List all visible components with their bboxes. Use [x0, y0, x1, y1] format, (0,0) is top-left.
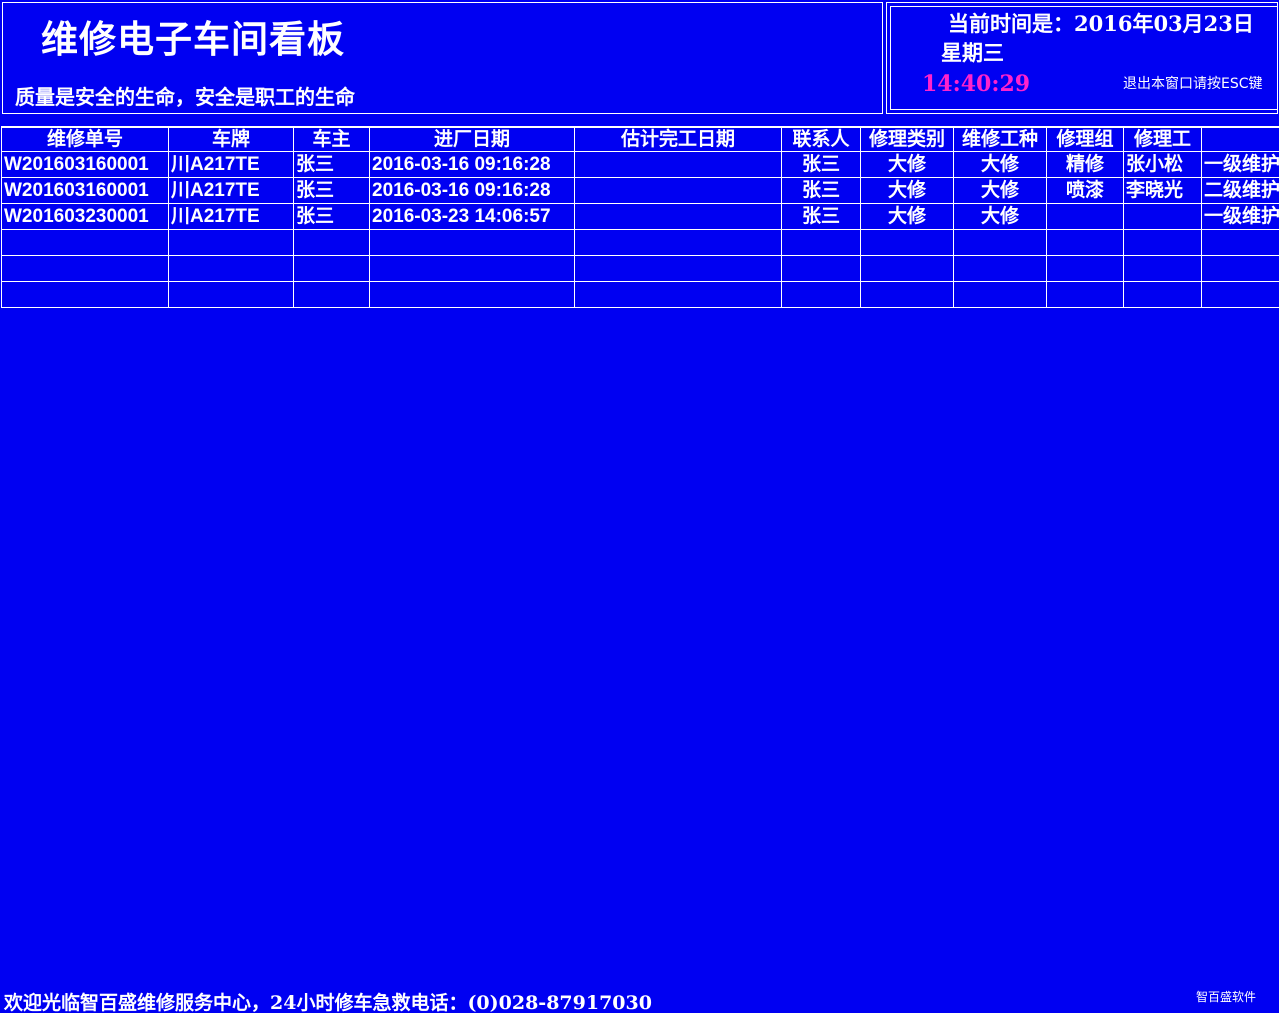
cell-order-no: [1, 281, 169, 308]
cell-est-finish-date: [574, 151, 782, 178]
cell-plate: 川A217TE: [168, 203, 294, 230]
col-header-order-no[interactable]: 维修单号: [1, 126, 169, 152]
footer-marquee: 欢迎光临智百盛维修服务中心，24小时修车急救电话：(0)028-87917030: [4, 992, 652, 1013]
cell-repair-group: [1046, 255, 1124, 282]
cell-owner: 张三: [293, 151, 370, 178]
cell-repair-group: [1046, 229, 1124, 256]
cell-repair-group: [1046, 281, 1124, 308]
cell-order-no: W201603230001: [1, 203, 169, 230]
cell-owner: [293, 281, 370, 308]
cell-repair-category: 大修: [860, 203, 954, 230]
cell-repair-group: [1046, 203, 1124, 230]
col-header-extra[interactable]: [1201, 126, 1279, 152]
workshop-board: 维修电子车间看板 质量是安全的生命，安全是职工的生命 当前时间是：2016年03…: [0, 0, 1279, 1013]
cell-order-no: W201603160001: [1, 151, 169, 178]
col-header-repair-category[interactable]: 修理类别: [860, 126, 954, 152]
cell-entry-date: 2016-03-16 09:16:28: [369, 151, 575, 178]
cell-extra: [1201, 255, 1279, 282]
table-row[interactable]: [1, 255, 1279, 282]
current-date-label: 当前时间是：2016年03月23日: [948, 11, 1254, 36]
cell-repair-trade: [953, 281, 1047, 308]
col-header-mechanic[interactable]: 修理工: [1123, 126, 1202, 152]
col-header-contact[interactable]: 联系人: [781, 126, 861, 152]
cell-entry-date: [369, 255, 575, 282]
cell-owner: 张三: [293, 177, 370, 204]
cell-owner: [293, 255, 370, 282]
cell-repair-group: 喷漆: [1046, 177, 1124, 204]
col-header-owner[interactable]: 车主: [293, 126, 370, 152]
cell-extra: 一级维护: [1201, 203, 1279, 230]
clock-panel: 当前时间是：2016年03月23日 星期三 14:40:29 退出本窗口请按ES…: [886, 2, 1278, 114]
cell-mechanic: 李晓光: [1123, 177, 1202, 204]
col-header-plate[interactable]: 车牌: [168, 126, 294, 152]
cell-contact: [781, 281, 861, 308]
cell-mechanic: [1123, 281, 1202, 308]
cell-est-finish-date: [574, 281, 782, 308]
col-header-est-finish-date[interactable]: 估计完工日期: [574, 126, 782, 152]
cell-repair-category: [860, 229, 954, 256]
cell-order-no: [1, 229, 169, 256]
table-header-row: 维修单号 车牌 车主 进厂日期 估计完工日期 联系人 修理类别 维修工种 修理组…: [1, 126, 1279, 152]
cell-mechanic: [1123, 203, 1202, 230]
clock-time: 14:40:29: [922, 71, 1031, 97]
cell-repair-trade: [953, 255, 1047, 282]
cell-repair-category: 大修: [860, 177, 954, 204]
cell-repair-category: [860, 281, 954, 308]
table-row[interactable]: W201603230001 川A217TE 张三 2016-03-23 14:06:5…: [1, 203, 1279, 230]
table-row[interactable]: W201603160001 川A217TE 张三 2016-03-16 09:16:2…: [1, 151, 1279, 178]
cell-entry-date: [369, 229, 575, 256]
cell-extra: [1201, 229, 1279, 256]
repair-orders-grid[interactable]: 维修单号 车牌 车主 进厂日期 估计完工日期 联系人 修理类别 维修工种 修理组…: [0, 126, 1279, 309]
cell-mechanic: [1123, 229, 1202, 256]
cell-repair-trade: [953, 229, 1047, 256]
cell-est-finish-date: [574, 203, 782, 230]
cell-extra: 一级维护: [1201, 151, 1279, 178]
cell-contact: 张三: [781, 151, 861, 178]
table-row[interactable]: W201603160001 川A217TE 张三 2016-03-16 09:16:2…: [1, 177, 1279, 204]
cell-entry-date: [369, 281, 575, 308]
cell-est-finish-date: [574, 229, 782, 256]
col-header-repair-trade[interactable]: 维修工种: [953, 126, 1047, 152]
cell-est-finish-date: [574, 255, 782, 282]
cell-order-no: W201603160001: [1, 177, 169, 204]
cell-order-no: [1, 255, 169, 282]
cell-plate: [168, 281, 294, 308]
cell-mechanic: 张小松: [1123, 151, 1202, 178]
cell-repair-trade: 大修: [953, 203, 1047, 230]
cell-contact: [781, 255, 861, 282]
cell-contact: 张三: [781, 203, 861, 230]
cell-plate: [168, 255, 294, 282]
cell-owner: [293, 229, 370, 256]
table-row[interactable]: [1, 229, 1279, 256]
cell-repair-category: 大修: [860, 151, 954, 178]
esc-exit-hint: 退出本窗口请按ESC键: [1123, 76, 1263, 92]
cell-extra: [1201, 281, 1279, 308]
cell-repair-trade: 大修: [953, 151, 1047, 178]
cell-entry-date: 2016-03-23 14:06:57: [369, 203, 575, 230]
cell-contact: [781, 229, 861, 256]
table-row[interactable]: [1, 281, 1279, 308]
cell-plate: 川A217TE: [168, 151, 294, 178]
cell-repair-group: 精修: [1046, 151, 1124, 178]
brand-label: 智百盛软件: [1196, 990, 1257, 1004]
title-panel: 维修电子车间看板 质量是安全的生命，安全是职工的生命: [2, 2, 883, 114]
cell-plate: 川A217TE: [168, 177, 294, 204]
cell-owner: 张三: [293, 203, 370, 230]
slogan-text: 质量是安全的生命，安全是职工的生命: [15, 85, 355, 109]
cell-extra: 二级维护: [1201, 177, 1279, 204]
cell-mechanic: [1123, 255, 1202, 282]
col-header-entry-date[interactable]: 进厂日期: [369, 126, 575, 152]
cell-repair-trade: 大修: [953, 177, 1047, 204]
col-header-repair-group[interactable]: 修理组: [1046, 126, 1124, 152]
cell-plate: [168, 229, 294, 256]
repair-orders-table: 维修单号 车牌 车主 进厂日期 估计完工日期 联系人 修理类别 维修工种 修理组…: [1, 126, 1279, 308]
cell-entry-date: 2016-03-16 09:16:28: [369, 177, 575, 204]
page-title: 维修电子车间看板: [41, 17, 345, 61]
cell-est-finish-date: [574, 177, 782, 204]
cell-repair-category: [860, 255, 954, 282]
weekday-label: 星期三: [941, 40, 1004, 65]
cell-contact: 张三: [781, 177, 861, 204]
